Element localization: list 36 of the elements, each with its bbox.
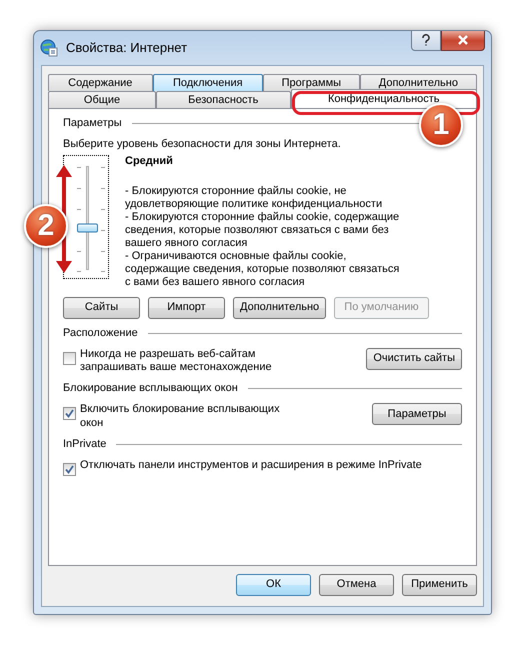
globe-icon bbox=[40, 39, 58, 57]
action-button[interactable]: Импорт bbox=[148, 296, 225, 319]
action-button[interactable]: Дополнительно bbox=[233, 296, 326, 319]
dialog-button[interactable]: Применить bbox=[402, 574, 477, 596]
action-button[interactable]: Параметры bbox=[372, 403, 462, 426]
checkbox-label: Отключать панели инструментов и расширения в режиме InPrivate bbox=[80, 458, 422, 473]
section-heading: Параметры bbox=[63, 117, 122, 130]
description-text: - Ограничиваются основные файлы cookie, содержащие сведения, которые позволяют связаться с вами без вашего явного согласия bbox=[125, 250, 400, 289]
tab[interactable]: Общие bbox=[48, 91, 156, 108]
tab[interactable]: Подключения bbox=[152, 74, 263, 91]
tab[interactable]: Содержание bbox=[48, 74, 153, 91]
close-icon bbox=[457, 35, 469, 45]
dialog-button[interactable]: ОК bbox=[236, 574, 311, 596]
callout-number: 2 bbox=[24, 204, 68, 248]
checkbox[interactable] bbox=[63, 462, 76, 476]
action-button[interactable]: Очистить сайты bbox=[366, 348, 462, 370]
section-heading: InPrivate bbox=[63, 438, 106, 451]
prompt-text: Выберите уровень безопасности для зоны Интернета. bbox=[63, 138, 342, 152]
checkbox-label: Включить блокирование всплывающих окон bbox=[80, 403, 281, 430]
section-heading: Расположение bbox=[63, 326, 138, 340]
section-heading: Блокирование всплывающих окон bbox=[63, 382, 238, 396]
help-button[interactable] bbox=[411, 31, 441, 51]
dialog-button[interactable]: Отмена bbox=[319, 574, 394, 596]
slider-thumb[interactable] bbox=[77, 223, 98, 232]
description-text: - Блокируются сторонние файлы cookie, не удовлетворяющие политике конфиденциальности bbox=[125, 184, 384, 211]
checkbox[interactable] bbox=[63, 407, 76, 420]
action-button[interactable]: Сайты bbox=[63, 296, 140, 319]
help-icon bbox=[421, 34, 431, 46]
checkbox[interactable] bbox=[63, 352, 76, 365]
level-name: Средний bbox=[125, 155, 174, 169]
description-text: - Блокируются сторонние файлы cookie, содержащие сведения, которые позволяют связаться с вами без вашего явного согласия bbox=[125, 210, 400, 250]
tab[interactable]: Безопасность bbox=[156, 91, 290, 108]
window-title: Свойства: Интернет bbox=[66, 40, 188, 56]
tab[interactable]: Программы bbox=[262, 74, 360, 91]
close-button[interactable] bbox=[441, 31, 485, 51]
checkbox-label: Никогда не разрешать веб-сайтам запрашивать ваше местонахождение bbox=[80, 348, 273, 374]
